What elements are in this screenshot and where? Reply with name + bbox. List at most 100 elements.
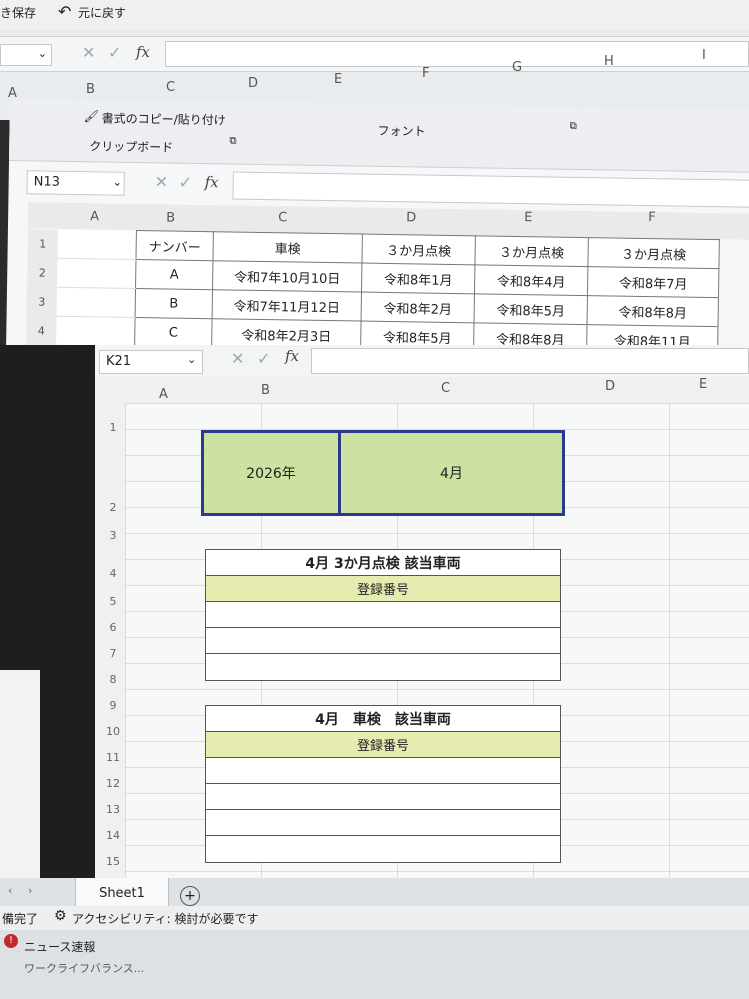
cancel-icon[interactable]: ✕: [231, 349, 244, 368]
chevron-down-icon[interactable]: ⌄: [113, 176, 122, 189]
table-cell[interactable]: 令和8年8月: [587, 295, 719, 327]
table-cell[interactable]: 令和7年10月10日: [212, 260, 362, 293]
table-cell[interactable]: [57, 258, 136, 289]
table-cell[interactable]: B: [135, 288, 213, 319]
check-icon[interactable]: ✓: [108, 43, 121, 62]
table-cell[interactable]: 令和8年7月: [587, 266, 719, 298]
fx-icon[interactable]: fx: [285, 347, 299, 365]
chevron-down-icon[interactable]: ⌄: [38, 47, 47, 60]
row-number[interactable]: 4: [103, 567, 123, 580]
table-cell[interactable]: A: [135, 259, 213, 290]
col-header[interactable]: D: [605, 379, 615, 394]
news-badge-icon[interactable]: !: [4, 934, 18, 948]
col-header[interactable]: E: [334, 72, 342, 87]
col-header[interactable]: B: [166, 210, 175, 225]
row-number[interactable]: 15: [103, 855, 123, 868]
list-item[interactable]: [206, 784, 560, 810]
prev-sheet-icon[interactable]: ‹: [8, 884, 12, 897]
undo-label[interactable]: 元に戻す: [78, 4, 126, 21]
list-item[interactable]: [206, 758, 560, 784]
dialog-launcher-icon[interactable]: ⧉: [229, 135, 236, 146]
col-header[interactable]: I: [702, 48, 706, 63]
col-header[interactable]: C: [441, 381, 450, 396]
row-number[interactable]: 1: [103, 421, 123, 434]
fx-icon[interactable]: fx: [205, 173, 219, 191]
row-number[interactable]: 10: [103, 725, 123, 738]
row-number[interactable]: 2: [103, 501, 123, 514]
list-header[interactable]: 登録番号: [206, 732, 560, 758]
sheet-tab[interactable]: Sheet1: [75, 878, 169, 909]
table-cell[interactable]: [57, 229, 137, 260]
row-number[interactable]: 5: [103, 595, 123, 608]
col-header[interactable]: B: [86, 82, 95, 97]
accessibility-icon[interactable]: ⚙: [54, 908, 67, 924]
row-number[interactable]: 3: [103, 529, 123, 542]
undo-icon[interactable]: ↶: [58, 2, 71, 21]
row-number[interactable]: 7: [103, 647, 123, 660]
table-cell[interactable]: C: [134, 317, 213, 348]
format-painter-label[interactable]: 書式のコピー/貼り付け: [102, 109, 226, 128]
year-cell[interactable]: 2026年: [204, 433, 341, 513]
col-header[interactable]: A: [159, 387, 168, 402]
row-number[interactable]: 14: [103, 829, 123, 842]
row-number[interactable]: 13: [103, 803, 123, 816]
table-header-cell[interactable]: ３か月点検: [474, 235, 589, 267]
table-cell[interactable]: [56, 287, 136, 318]
row-number[interactable]: 6: [103, 621, 123, 634]
name-box[interactable]: N13: [26, 170, 125, 196]
col-header[interactable]: C: [278, 210, 287, 225]
autosave-label[interactable]: き保存: [0, 4, 36, 21]
col-header[interactable]: A: [90, 209, 99, 224]
col-header[interactable]: E: [524, 210, 532, 225]
format-painter-icon[interactable]: 🖌: [84, 109, 99, 123]
list-item[interactable]: [206, 628, 560, 654]
list-header[interactable]: 登録番号: [206, 576, 560, 602]
table-cell[interactable]: 令和8年4月: [474, 264, 588, 296]
dialog-launcher-icon[interactable]: ⧉: [570, 121, 577, 132]
col-header[interactable]: F: [648, 210, 656, 225]
fx-icon[interactable]: fx: [136, 43, 150, 61]
check-icon[interactable]: ✓: [257, 349, 270, 368]
table-header-cell[interactable]: 車検: [212, 231, 363, 264]
name-box[interactable]: ⌄: [0, 44, 52, 66]
table-header-cell[interactable]: ３か月点検: [361, 234, 476, 265]
table-cell[interactable]: [56, 316, 136, 347]
row-number[interactable]: 4: [26, 315, 57, 346]
table-header-cell[interactable]: ３か月点検: [587, 237, 720, 269]
news-title[interactable]: ニュース速報: [24, 938, 95, 955]
add-sheet-icon[interactable]: +: [180, 886, 200, 906]
list-item[interactable]: [206, 810, 560, 836]
list-title[interactable]: 4月 3か月点検 該当車両: [206, 550, 560, 576]
row-number[interactable]: 9: [103, 699, 123, 712]
list-item[interactable]: [206, 602, 560, 628]
table-cell[interactable]: 令和8年2月: [361, 292, 475, 323]
list-title[interactable]: 4月 車検 該当車両: [206, 706, 560, 732]
table-cell[interactable]: 令和7年11月12日: [212, 289, 362, 322]
cancel-icon[interactable]: ✕: [155, 172, 169, 191]
col-header[interactable]: C: [166, 80, 175, 95]
table-cell[interactable]: 令和8年1月: [361, 263, 475, 294]
row-number[interactable]: 12: [103, 777, 123, 790]
news-subtitle[interactable]: ワークライフバランス...: [24, 960, 144, 976]
cancel-icon[interactable]: ✕: [82, 43, 95, 62]
row-number[interactable]: 11: [103, 751, 123, 764]
formula-input[interactable]: [311, 348, 749, 374]
col-header[interactable]: F: [422, 66, 429, 81]
check-icon[interactable]: ✓: [179, 173, 193, 192]
chevron-down-icon[interactable]: ⌄: [187, 353, 196, 366]
formula-input[interactable]: [232, 171, 749, 208]
col-header[interactable]: G: [512, 60, 522, 75]
col-header[interactable]: H: [604, 54, 614, 69]
col-header[interactable]: D: [248, 76, 258, 91]
col-header[interactable]: E: [699, 377, 707, 392]
formula-input[interactable]: [165, 41, 749, 67]
accessibility-status[interactable]: アクセシビリティ: 検討が必要です: [72, 910, 259, 927]
list-item[interactable]: [206, 654, 560, 680]
col-header[interactable]: D: [406, 210, 416, 225]
table-cell[interactable]: 令和8年5月: [474, 293, 588, 325]
row-number[interactable]: 1: [27, 228, 58, 259]
month-cell[interactable]: 4月: [341, 433, 562, 513]
next-sheet-icon[interactable]: ›: [28, 884, 32, 897]
row-number[interactable]: 3: [26, 286, 58, 317]
col-header[interactable]: B: [261, 383, 270, 398]
